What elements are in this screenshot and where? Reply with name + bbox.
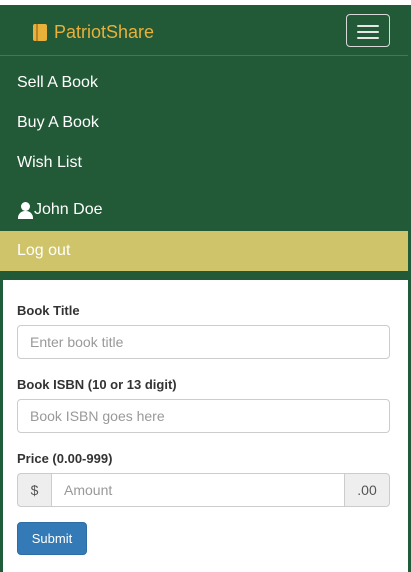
book-isbn-input[interactable] (17, 399, 390, 433)
logout-label: Log out (17, 242, 71, 259)
nav-item-label: Wish List (17, 154, 82, 171)
book-title-label: Book Title (17, 303, 80, 318)
user-name: John Doe (34, 201, 103, 218)
price-label: Price (0.00-999) (17, 451, 113, 466)
price-amount-input[interactable] (51, 473, 345, 507)
nav-item-user-profile[interactable]: John Doe (0, 190, 408, 230)
navbar-header: PatriotShare (0, 5, 408, 56)
navbar: PatriotShare Sell A Book Buy A Book Wish… (0, 5, 408, 280)
currency-prefix: $ (17, 473, 51, 507)
book-icon (33, 23, 47, 41)
submit-button[interactable]: Submit (17, 522, 87, 555)
book-isbn-label: Book ISBN (10 or 13 digit) (17, 377, 177, 392)
book-title-input[interactable] (17, 325, 390, 359)
brand-link[interactable]: PatriotShare (33, 21, 154, 43)
nav-item-buy-a-book[interactable]: Buy A Book (0, 103, 408, 143)
nav-item-wish-list[interactable]: Wish List (0, 143, 408, 183)
logout-link[interactable]: Log out (0, 231, 408, 271)
nav-item-label: Sell A Book (17, 74, 98, 91)
nav-item-sell-a-book[interactable]: Sell A Book (0, 63, 408, 103)
price-input-group: $ .00 (17, 473, 390, 507)
brand-name: PatriotShare (54, 21, 155, 42)
user-icon (17, 201, 33, 219)
cents-suffix: .00 (345, 473, 390, 507)
navbar-toggle-button[interactable] (346, 14, 390, 47)
nav-item-label: Buy A Book (17, 114, 99, 131)
